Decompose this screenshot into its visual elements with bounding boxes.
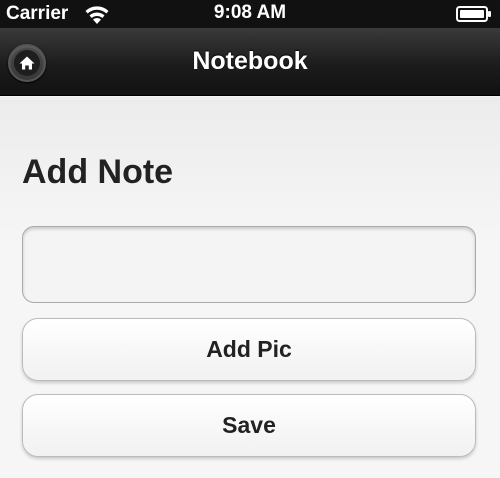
header-bar: Notebook — [0, 28, 500, 96]
header-title: Notebook — [192, 47, 308, 75]
page-title: Add Note — [22, 153, 174, 191]
note-input[interactable] — [22, 226, 476, 303]
home-button[interactable] — [8, 44, 46, 82]
home-icon — [14, 50, 40, 76]
main-content: Add Note Add Pic Save — [0, 97, 500, 478]
battery-icon — [456, 6, 492, 22]
save-button[interactable]: Save — [22, 394, 476, 457]
clock: 9:08 AM — [213, 2, 287, 23]
status-bar: Carrier 9:08 AM — [0, 0, 500, 28]
add-pic-button[interactable]: Add Pic — [22, 318, 476, 381]
